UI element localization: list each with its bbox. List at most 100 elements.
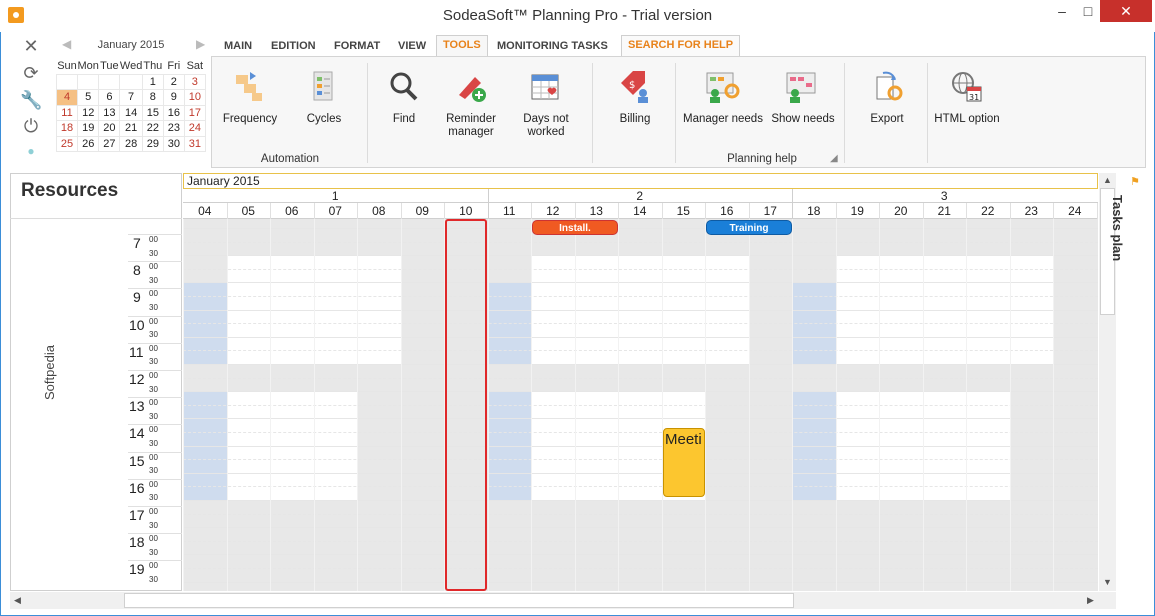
tab-monitoring-tasks[interactable]: MONITORING TASKS xyxy=(491,37,614,55)
calendar-day[interactable]: 30 xyxy=(162,135,185,152)
scroll-up-icon[interactable]: ▲ xyxy=(1103,175,1112,185)
calendar-day[interactable]: 27 xyxy=(98,135,121,152)
calendar-day[interactable]: 28 xyxy=(119,135,143,152)
close-icon[interactable]: ✕ xyxy=(20,35,42,57)
grid-line xyxy=(183,459,1098,461)
refresh-icon[interactable]: ⟳ xyxy=(20,62,42,84)
day-label: 19 xyxy=(850,204,864,218)
reminder-manager-button[interactable]: Reminder manager xyxy=(440,65,502,139)
day-label: 20 xyxy=(894,204,908,218)
group-expand-icon[interactable]: ◢ xyxy=(830,153,838,164)
calendar-day[interactable]: 8 xyxy=(141,89,164,106)
schedule-grid[interactable] xyxy=(183,219,1098,591)
hour-label: 9 xyxy=(133,289,141,306)
calendar-day[interactable]: 14 xyxy=(119,104,143,121)
grid-line xyxy=(183,432,1098,433)
wrench-icon[interactable]: 🔧 xyxy=(20,89,42,111)
frequency-button[interactable]: Frequency xyxy=(220,65,280,126)
tab-tools[interactable]: TOOLS xyxy=(436,35,488,57)
hour-label: 17 xyxy=(129,507,145,523)
horizontal-scroll-thumb[interactable] xyxy=(124,593,794,608)
tab-format[interactable]: FORMAT xyxy=(328,37,386,55)
calendar-day[interactable]: 5 xyxy=(76,89,100,106)
minute-label: 00 xyxy=(149,534,158,544)
minute-label: 00 xyxy=(149,507,158,516)
minute-label: 30 xyxy=(149,303,158,312)
tab-view[interactable]: VIEW xyxy=(392,37,432,55)
grid-column-line xyxy=(183,219,184,591)
day-label: 10 xyxy=(459,204,473,218)
tab-main[interactable]: MAIN xyxy=(218,37,258,55)
show-needs-button[interactable]: Show needs xyxy=(770,65,836,126)
grid-line xyxy=(183,486,1098,488)
calendar-day[interactable]: 18 xyxy=(56,120,78,137)
calendar-day[interactable]: 13 xyxy=(98,104,121,121)
calendar-day[interactable]: 1 xyxy=(141,73,164,90)
html-globe-icon: 31 xyxy=(949,69,985,105)
grid-column-line xyxy=(313,219,315,591)
calendar-day[interactable]: 23 xyxy=(162,120,185,137)
calendar-day[interactable]: 2 xyxy=(162,73,185,90)
minute-label: 30 xyxy=(149,439,158,448)
billing-button[interactable]: $ Billing xyxy=(606,65,664,126)
calendar-day[interactable]: 11 xyxy=(56,104,78,121)
day-separator xyxy=(661,203,663,219)
cycles-button[interactable]: Cycles xyxy=(294,65,354,126)
dot-icon[interactable]: ● xyxy=(20,140,42,162)
find-button[interactable]: Find xyxy=(374,65,434,126)
calendar-next-button[interactable]: ▶ xyxy=(196,37,205,51)
manager-needs-button[interactable]: Manager needs xyxy=(682,65,764,126)
ribbon-separator xyxy=(675,63,676,163)
calendar-day[interactable]: 7 xyxy=(119,89,143,106)
tab-edition[interactable]: EDITION xyxy=(265,37,322,55)
hour-label: 18 xyxy=(129,534,145,551)
event-training[interactable]: Training xyxy=(706,220,792,235)
calendar-day[interactable]: 16 xyxy=(162,104,185,121)
calendar-day[interactable]: 15 xyxy=(141,104,164,121)
close-window-button[interactable]: ✕ xyxy=(1100,0,1152,22)
event-meeting[interactable]: Meeti xyxy=(663,428,705,497)
hour-divider xyxy=(128,478,182,480)
scroll-down-icon[interactable]: ▼ xyxy=(1103,577,1112,587)
grid-line xyxy=(183,418,1098,420)
minute-label: 30 xyxy=(149,330,158,340)
html-option-button[interactable]: 31 HTML option xyxy=(934,65,1000,126)
export-button[interactable]: Export xyxy=(854,65,920,126)
calendar-day[interactable]: 9 xyxy=(162,89,185,106)
calendar-day[interactable]: 19 xyxy=(76,120,100,137)
scroll-left-icon[interactable]: ◀ xyxy=(14,595,21,606)
calendar-day[interactable]: 29 xyxy=(141,135,164,152)
scroll-right-icon[interactable]: ▶ xyxy=(1087,595,1094,606)
calendar-day[interactable]: 21 xyxy=(119,120,143,137)
days-not-worked-button[interactable]: Days not worked xyxy=(514,65,578,139)
resource-name[interactable]: Softpedia xyxy=(42,345,57,400)
event-install[interactable]: Install. xyxy=(532,220,618,235)
calendar-day[interactable]: 25 xyxy=(56,135,78,152)
grid-line xyxy=(183,350,1098,352)
show-needs-icon xyxy=(785,69,821,105)
calendar-day[interactable]: 24 xyxy=(183,120,206,137)
calendar-day[interactable]: 12 xyxy=(76,104,100,121)
calendar-day[interactable]: 6 xyxy=(98,89,121,106)
calendar-day[interactable]: 10 xyxy=(183,89,206,106)
calendar-day[interactable]: 17 xyxy=(183,104,206,121)
hour-label: 16 xyxy=(129,479,145,496)
hour-divider xyxy=(128,533,182,535)
tasks-plan-tab[interactable]: Tasks plan xyxy=(1110,195,1125,261)
minute-label: 30 xyxy=(149,275,158,285)
calendar-day[interactable]: 3 xyxy=(183,73,206,90)
calendar-day[interactable]: 26 xyxy=(76,135,100,152)
plug-icon[interactable]: ⏻ xyxy=(20,115,42,137)
hour-divider xyxy=(128,234,182,235)
calendar-day[interactable]: 31 xyxy=(183,135,206,152)
hour-label: 7 xyxy=(133,235,141,251)
day-separator xyxy=(879,203,880,219)
calendar-day[interactable]: 20 xyxy=(98,120,121,137)
calendar-day[interactable]: 4 xyxy=(56,89,78,106)
tab-search-for-help[interactable]: SEARCH FOR HELP xyxy=(621,35,741,57)
minute-label: 00 xyxy=(149,235,158,244)
hour-label: 8 xyxy=(133,262,141,279)
calendar-day[interactable]: 22 xyxy=(141,120,164,137)
day-separator xyxy=(357,203,358,219)
maximize-button[interactable]: □ xyxy=(1073,0,1103,22)
